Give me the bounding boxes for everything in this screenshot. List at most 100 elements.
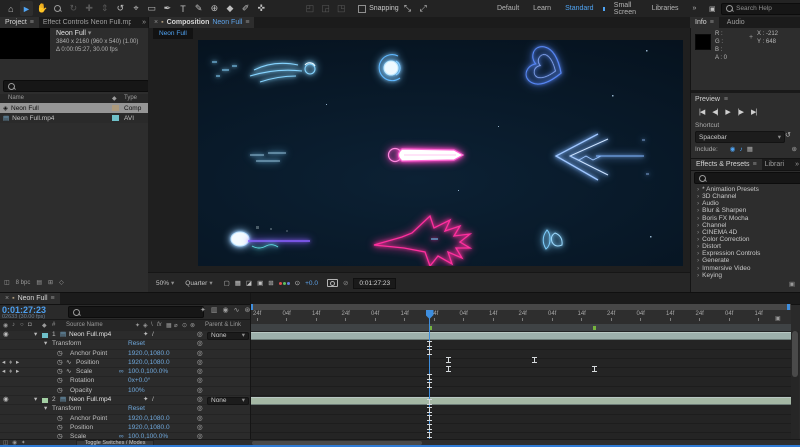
add-keyframe-icon[interactable]: ♦: [9, 368, 12, 376]
graph-icon[interactable]: ∿: [66, 359, 71, 367]
channels-icon[interactable]: [279, 282, 290, 285]
type-tool-icon[interactable]: T: [176, 1, 190, 16]
eye-icon[interactable]: ◉: [3, 396, 9, 404]
expander-icon[interactable]: ▾: [34, 396, 37, 404]
stopwatch-icon[interactable]: ◷: [57, 368, 63, 376]
transparency-grid-icon[interactable]: ▦: [235, 279, 241, 287]
switch-quality-icon[interactable]: \: [151, 322, 153, 328]
prev-keyframe-icon[interactable]: ◂: [2, 368, 5, 376]
parent-link-column[interactable]: Parent & Link: [205, 322, 241, 328]
keyframe-icon[interactable]: [427, 382, 432, 388]
effect-category[interactable]: Boris FX Mocha: [691, 215, 797, 222]
col-type[interactable]: Type: [124, 95, 137, 101]
viewer-timecode[interactable]: 0:01:27:23: [353, 278, 396, 289]
snap-option1-icon[interactable]: ⤡: [401, 1, 415, 16]
exposure-gear-icon[interactable]: ⊙: [295, 279, 300, 287]
layer1-duration-bar[interactable]: [251, 332, 791, 340]
help-search-input[interactable]: Search Help: [721, 3, 800, 15]
effect-category[interactable]: Generate: [691, 257, 797, 264]
project-row-neon-full-mp4[interactable]: ▤ Neon Full.mp4 AVI: [0, 113, 148, 123]
interpret-footage-icon[interactable]: ◫: [4, 279, 10, 286]
effect-category[interactable]: Expression Controls: [691, 250, 797, 257]
collapse-switch[interactable]: ✦: [143, 396, 148, 404]
new-preset-folder-icon[interactable]: ▣: [789, 280, 795, 288]
tab-composition[interactable]: × ▪ Composition Neon Full ≡: [149, 17, 254, 28]
snapping-checkbox[interactable]: [358, 5, 366, 13]
scale-row[interactable]: ◂ ♦ ▸ ◷ ∿ Scale ∞ 100.0,100.0% ◎: [0, 368, 250, 377]
new-comp-icon[interactable]: ⊞: [48, 279, 53, 286]
include-overlays-icon[interactable]: ▦: [747, 145, 753, 153]
pickwhip-icon[interactable]: ◎: [197, 387, 203, 395]
layer-name[interactable]: Neon Full.mp4: [69, 396, 111, 404]
show-snapshot-icon[interactable]: ⊘: [343, 279, 348, 287]
expander-icon[interactable]: ▾: [44, 340, 47, 348]
close-icon[interactable]: ×: [154, 19, 158, 26]
opacity-value[interactable]: 100%: [128, 387, 145, 395]
keyframe-icon[interactable]: [427, 407, 432, 413]
dolly-tool-icon[interactable]: ⇕: [98, 1, 112, 16]
anchor-point-row[interactable]: ◷ Anchor Point 1920.0,1080.0 ◎: [0, 415, 250, 424]
project-item-title[interactable]: Neon Full ▾: [56, 29, 91, 37]
keyframe-icon[interactable]: [427, 424, 432, 430]
parent-dropdown[interactable]: None ▾: [207, 332, 249, 341]
time-ruler[interactable]: 24f 04f 14f 24f 04f 14f 24f 04f 14f 24f …: [251, 310, 791, 325]
layer-row-2[interactable]: ◉ ▾ 2 ▤ Neon Full.mp4 ✦ / ◎ None ▾: [0, 396, 250, 405]
pickwhip-icon[interactable]: ◎: [197, 359, 203, 367]
axis-world-icon[interactable]: ◲: [319, 1, 333, 16]
snapshot-camera-icon[interactable]: [327, 279, 338, 287]
keyframe-icon[interactable]: [427, 341, 432, 347]
label-column-icon[interactable]: ◆: [42, 322, 47, 329]
number-column[interactable]: #: [52, 322, 55, 328]
new-folder-icon[interactable]: ▤: [36, 279, 42, 286]
col-name[interactable]: Name: [8, 95, 24, 101]
eye-icon[interactable]: ◉: [3, 331, 9, 339]
switch-fx-icon[interactable]: fx: [157, 322, 162, 328]
next-frame-button[interactable]: |▶: [738, 108, 743, 116]
pan-camera-tool-icon[interactable]: ✚: [82, 1, 96, 16]
parent-dropdown[interactable]: None ▾: [207, 397, 249, 406]
pickwhip-icon[interactable]: ◎: [197, 396, 203, 404]
effect-category[interactable]: Immersive Video: [691, 265, 797, 272]
col-tag-icon[interactable]: ◆: [112, 95, 117, 102]
scale-value[interactable]: 100.0,100.0%: [128, 368, 168, 376]
frame-blend-icon[interactable]: ∿: [234, 306, 240, 314]
composition-canvas[interactable]: [198, 40, 683, 266]
quality-switch[interactable]: /: [152, 331, 154, 339]
layer-color-swatch[interactable]: [42, 398, 48, 404]
expander-icon[interactable]: ▾: [34, 331, 37, 339]
tab-project[interactable]: Project ≡: [0, 17, 39, 28]
grid-icon[interactable]: ⊞: [268, 279, 273, 287]
keyframe-icon[interactable]: [427, 432, 432, 438]
tab-timeline-neon-full[interactable]: × ▪ Neon Full ≡: [0, 293, 60, 304]
comp-marker-bin-icon[interactable]: ▣: [775, 315, 781, 322]
exposure-value[interactable]: +0.0: [305, 280, 318, 287]
stopwatch-icon[interactable]: ◷: [57, 350, 63, 358]
anchor-value[interactable]: 1920.0,1080.0: [128, 350, 170, 358]
video-column-icon[interactable]: ◉: [3, 322, 8, 329]
effects-overflow-icon[interactable]: »: [795, 161, 799, 168]
expander-icon[interactable]: ▾: [44, 405, 47, 413]
scale-keyframe-icon[interactable]: [446, 366, 451, 372]
vscrollbar-handle[interactable]: [792, 331, 798, 377]
effect-category[interactable]: Audio: [691, 200, 797, 207]
mask-rect-tool-icon[interactable]: ▭: [145, 1, 159, 16]
switch-collapse-icon[interactable]: ◈: [143, 322, 148, 329]
anchor-point-row[interactable]: ◷ Anchor Point 1920.0,1080.0 ◎: [0, 350, 250, 359]
switch-frameblend-icon[interactable]: ▦: [166, 322, 172, 329]
add-keyframe-icon[interactable]: ♦: [9, 359, 12, 367]
effect-category[interactable]: Color Correction: [691, 236, 797, 243]
timeline-panel-menu-icon[interactable]: ≡: [51, 295, 55, 302]
reset-link[interactable]: Reset: [128, 405, 145, 413]
pickwhip-icon[interactable]: ◎: [197, 424, 203, 432]
lock-column-icon[interactable]: ◘: [28, 322, 32, 328]
keyframe-icon[interactable]: [427, 349, 432, 355]
stopwatch-icon[interactable]: ◷: [57, 424, 63, 432]
include-audio-icon[interactable]: ♪: [739, 146, 742, 153]
workspace-learn[interactable]: Learn: [526, 1, 558, 16]
pickwhip-icon[interactable]: ◎: [197, 350, 203, 358]
axis-local-icon[interactable]: ◰: [303, 1, 317, 16]
pickwhip-icon[interactable]: ◎: [197, 340, 203, 348]
home-icon[interactable]: ⌂: [4, 1, 18, 16]
prev-keyframe-icon[interactable]: ◂: [2, 359, 5, 367]
label-swatch[interactable]: [112, 105, 119, 111]
